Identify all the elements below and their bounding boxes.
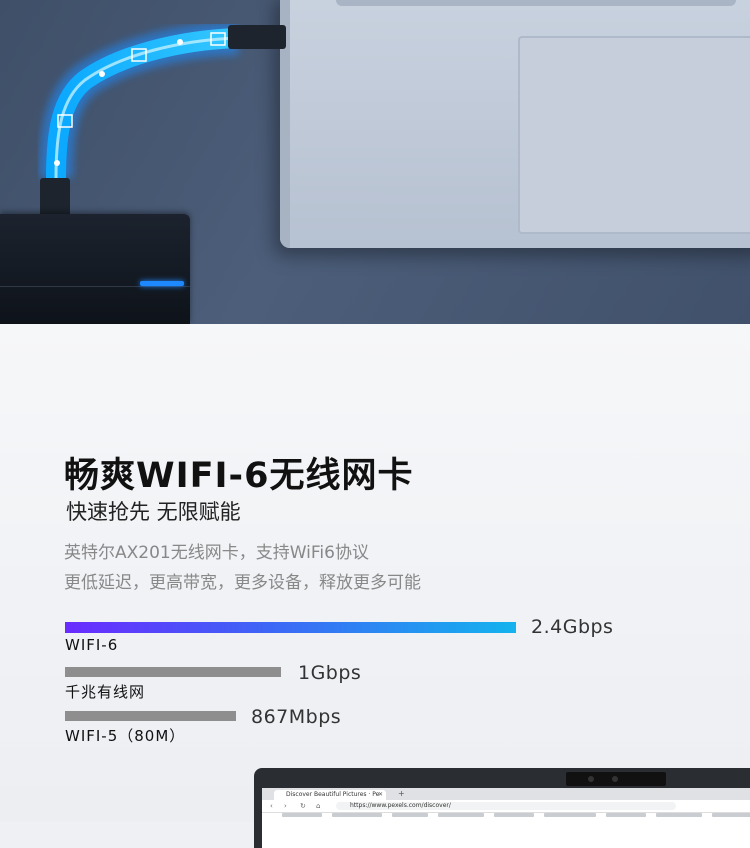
laptop-keyboard-deck xyxy=(280,0,750,248)
new-tab-icon[interactable]: + xyxy=(398,789,405,798)
speed-label-wifi5: WIFI-5（80M） xyxy=(65,727,186,745)
usb-symbol-icon xyxy=(99,71,105,77)
usb-symbol-icon xyxy=(177,39,183,45)
bookmarks-bar xyxy=(262,813,750,819)
speed-label-wifi6: WIFI-6 xyxy=(65,636,119,654)
usb-symbol-icon xyxy=(54,160,60,166)
laptop-keyboard-edge xyxy=(336,0,736,6)
close-icon[interactable]: ✕ xyxy=(378,791,383,798)
speed-bar-wifi6 xyxy=(65,622,516,633)
home-icon[interactable]: ⌂ xyxy=(316,802,320,810)
browser-tab[interactable]: Discover Beautiful Pictures · Pe xyxy=(274,790,386,800)
external-drive xyxy=(0,214,190,324)
browser-window: Discover Beautiful Pictures · Pe ✕ + ‹ ›… xyxy=(262,788,750,848)
speed-value-wifi5: 867Mbps xyxy=(251,706,342,728)
back-icon[interactable]: ‹ xyxy=(270,802,273,810)
hero-photo xyxy=(0,0,750,324)
drive-stripe xyxy=(0,286,190,287)
laptop-screen: Discover Beautiful Pictures · Pe ✕ + ‹ ›… xyxy=(254,768,750,848)
speed-value-wifi6: 2.4Gbps xyxy=(531,616,614,638)
reload-icon[interactable]: ↻ xyxy=(300,802,306,810)
drive-led xyxy=(140,281,184,286)
webcam-icon xyxy=(566,772,666,786)
browser-tabbar: Discover Beautiful Pictures · Pe ✕ + xyxy=(262,788,750,800)
usb-plug-laptop xyxy=(228,25,286,49)
feature-section: 畅爽WIFI-6无线网卡 快速抢先 无限赋能 英特尔AX201无线网卡，支持Wi… xyxy=(0,324,750,848)
feature-description-line-1: 英特尔AX201无线网卡，支持WiFi6协议 xyxy=(64,543,369,563)
feature-description-line-2: 更低延迟，更高带宽，更多设备，释放更多可能 xyxy=(64,573,421,593)
forward-icon[interactable]: › xyxy=(284,802,287,810)
feature-title: 畅爽WIFI-6无线网卡 xyxy=(64,456,414,496)
speed-value-gigabit: 1Gbps xyxy=(298,662,362,684)
laptop-touchpad xyxy=(518,36,750,234)
speed-bar-wifi5 xyxy=(65,711,236,721)
browser-toolbar: ‹ › ↻ ⌂ https://www.pexels.com/discover/ xyxy=(262,800,750,813)
address-bar[interactable]: https://www.pexels.com/discover/ xyxy=(336,802,676,810)
speed-label-gigabit: 千兆有线网 xyxy=(65,683,146,701)
usb-plug-drive xyxy=(40,178,70,218)
feature-subtitle: 快速抢先 无限赋能 xyxy=(66,500,241,524)
speed-bar-gigabit xyxy=(65,667,281,677)
